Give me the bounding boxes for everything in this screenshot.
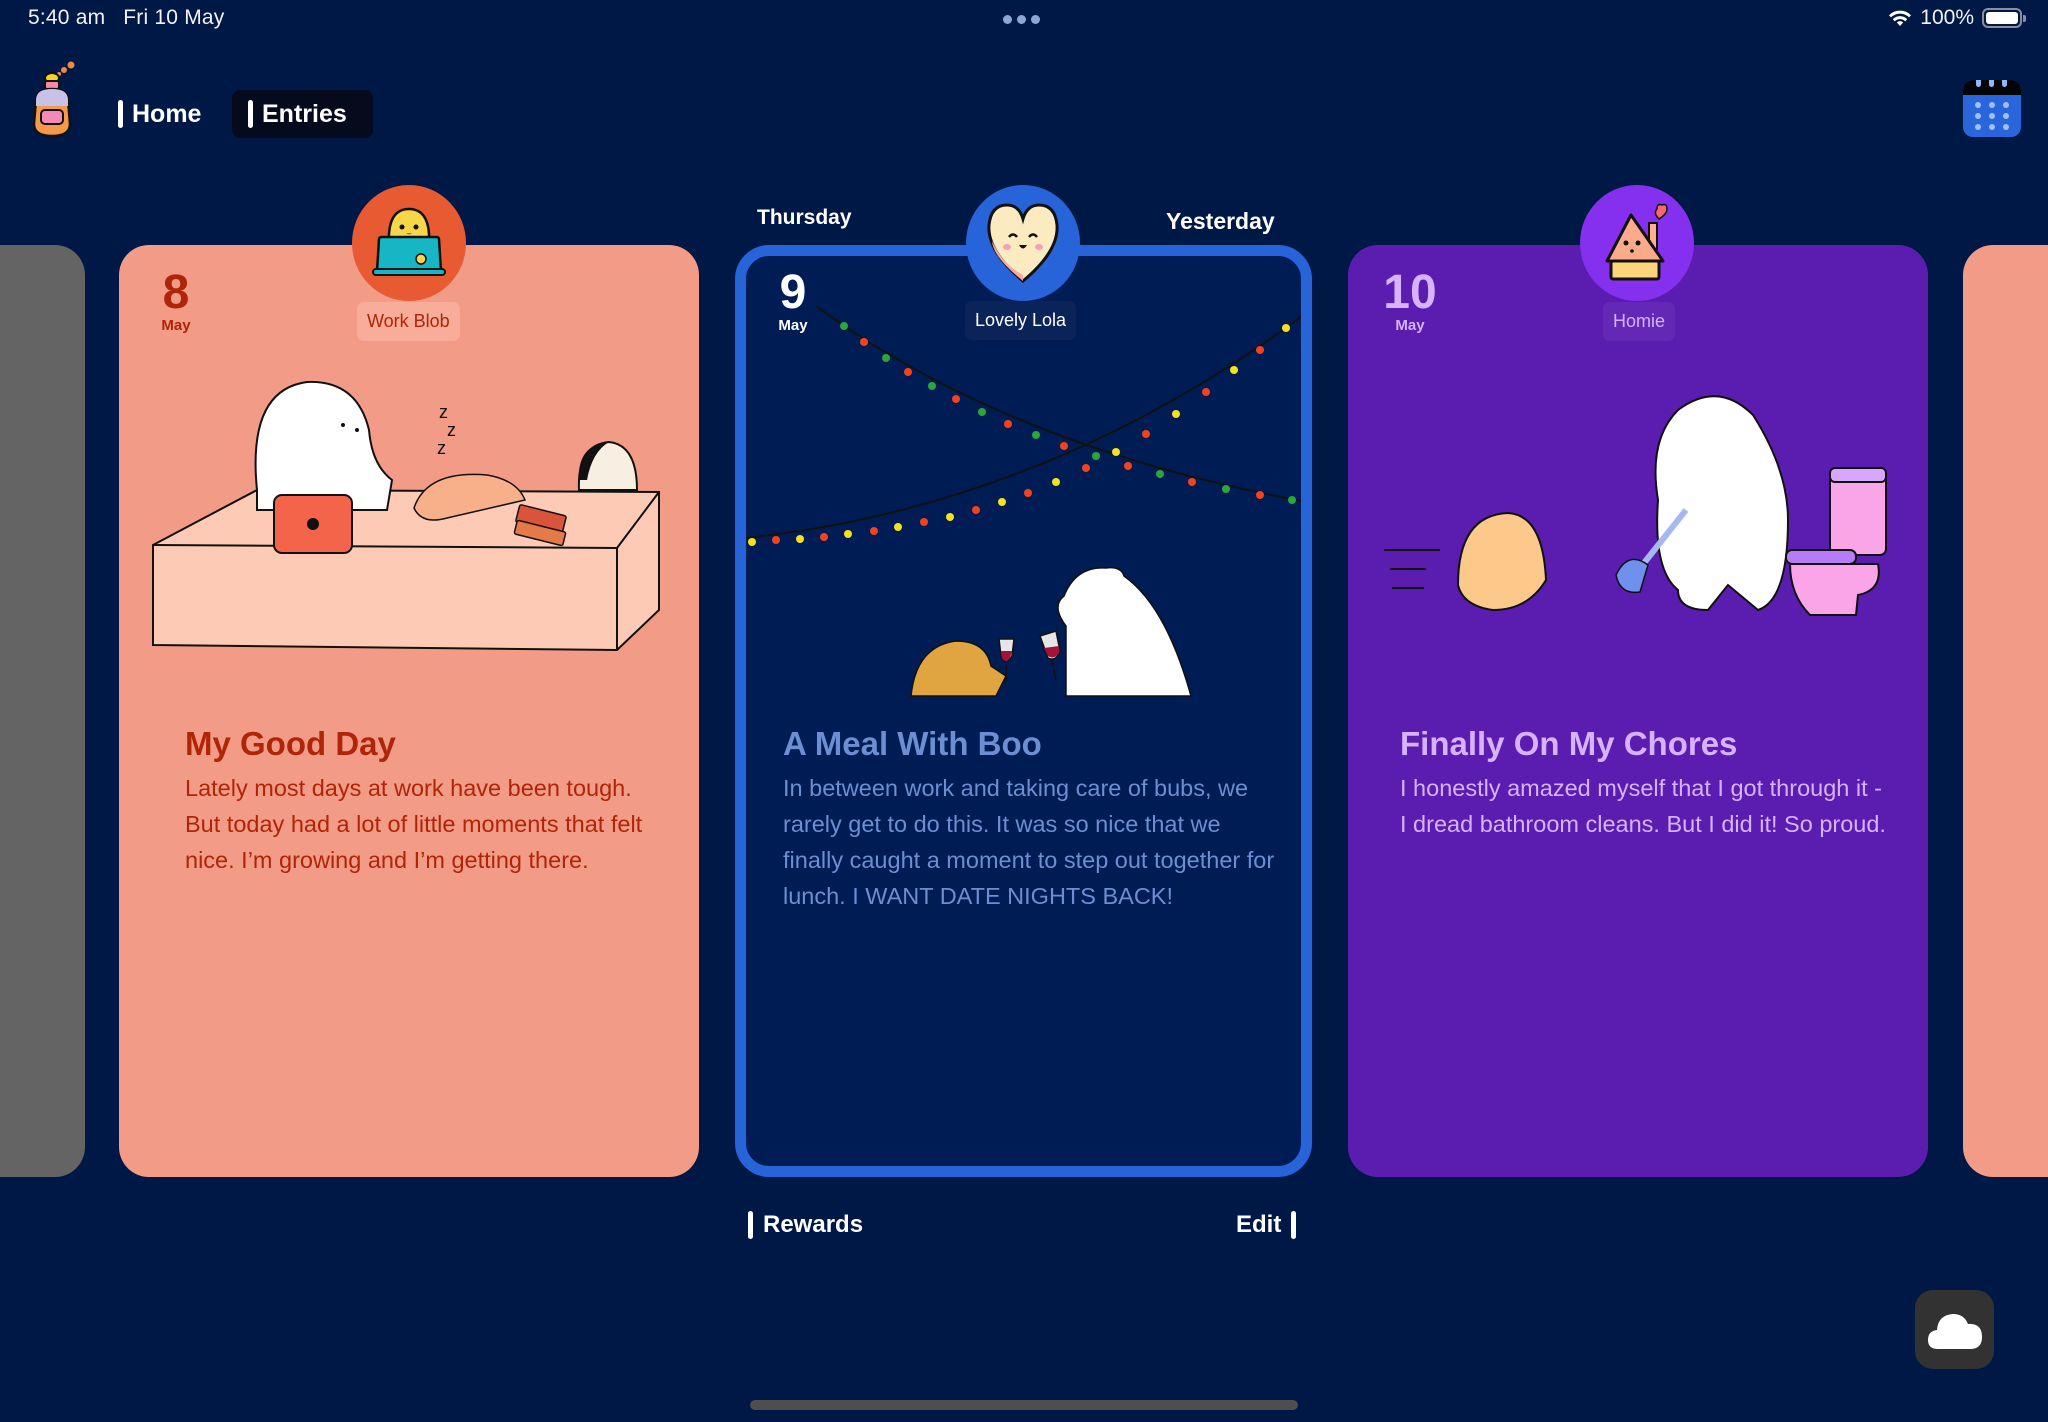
previous-entry-card[interactable] [0, 245, 85, 1177]
cloud-icon [1927, 1313, 1982, 1349]
next-entry-card[interactable] [1963, 245, 2048, 1177]
home-indicator[interactable] [750, 1400, 1298, 1410]
edit-button[interactable]: Edit [1236, 1208, 1297, 1242]
mood-tag: Work Blob [357, 302, 460, 341]
status-right: 100% [1888, 6, 2026, 30]
edit-label: Edit [1236, 1211, 1282, 1238]
mood-avatar-homie[interactable] [1580, 185, 1694, 301]
entry-title: My Good Day [185, 725, 396, 762]
entry-title: Finally On My Chores [1400, 725, 1738, 762]
rewards-bar [748, 1211, 753, 1239]
mood-avatar-work-blob[interactable] [352, 185, 466, 301]
perfume-bottle-logo[interactable] [30, 56, 90, 138]
battery-icon [1982, 8, 2026, 28]
entry-day: 8 [162, 266, 190, 319]
blob-with-laptop-icon [372, 207, 446, 276]
cloud-sync-button[interactable] [1915, 1290, 1994, 1369]
tab-indicator-bar [248, 100, 253, 128]
rewards-label: Rewards [763, 1211, 864, 1238]
bear-hedgehog-toast-illustration [746, 306, 1301, 726]
svg-text:z: z [437, 438, 446, 458]
entry-card[interactable]: 10 May Homie Finally On My Chores I hone… [1348, 245, 1928, 1177]
entry-card[interactable]: 8 May Work Blob zzz My Good Day Lately m… [119, 245, 699, 1177]
entry-body: In between work and taking care of bubs,… [783, 775, 1275, 909]
tab-home-label: Home [132, 99, 202, 128]
tab-entries[interactable]: Entries [232, 90, 373, 138]
svg-text:z: z [447, 420, 456, 440]
status-time: 5:40 am [28, 6, 106, 29]
rewards-button[interactable]: Rewards [748, 1208, 863, 1242]
mood-tag: Homie [1603, 302, 1676, 341]
battery-percent: 100% [1920, 6, 1974, 29]
battery-fill [1986, 12, 2018, 24]
bear-plunger-toilet-illustration [1378, 370, 1908, 630]
entry-title: A Meal With Boo [783, 725, 1042, 762]
status-date: Fri 10 May [123, 6, 225, 29]
mood-avatar-lovely-lola[interactable] [966, 185, 1080, 301]
entry-body: I honestly amazed myself that I got thro… [1400, 775, 1886, 837]
calendar-icon[interactable] [1963, 80, 2021, 137]
svg-text:z: z [439, 402, 448, 422]
entry-day: 10 [1383, 266, 1437, 319]
smiling-heart-icon [987, 203, 1059, 283]
tab-home[interactable]: Home [102, 90, 219, 138]
next-day-label: Yesterday [1166, 208, 1275, 234]
bear-laptop-desk-illustration: zzz [147, 370, 667, 660]
entry-body: Lately most days at work have been tough… [185, 775, 643, 873]
edit-bar [1291, 1211, 1297, 1239]
tab-indicator-bar [118, 100, 123, 128]
status-time-date: 5:40 am Fri 10 May [28, 6, 224, 30]
prev-day-label: Thursday [757, 206, 852, 229]
tab-entries-label: Entries [262, 99, 347, 128]
entry-card-selected[interactable]: 9 May Lovely Lola A Meal With Boo In bet… [735, 245, 1312, 1177]
wifi-icon [1888, 9, 1912, 27]
multitask-dots-icon[interactable] [1003, 15, 1040, 24]
entry-month: May [1395, 317, 1425, 334]
house-with-heart-icon [1605, 203, 1668, 281]
entry-month: May [161, 317, 191, 334]
